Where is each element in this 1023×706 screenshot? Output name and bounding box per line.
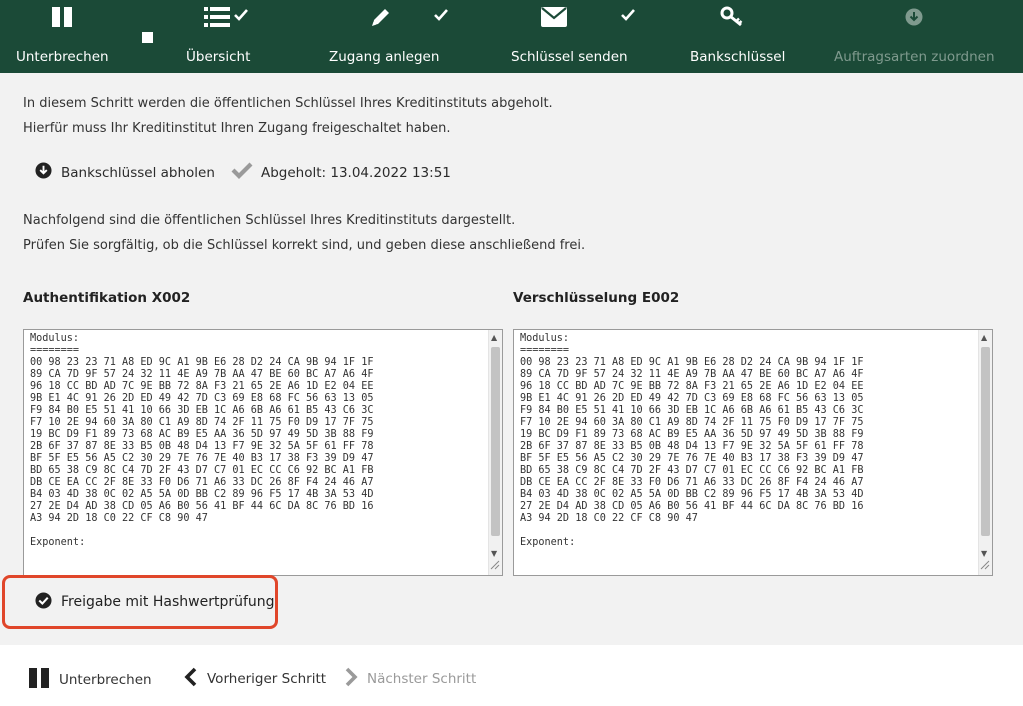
- toolbar-step-send-keys[interactable]: Schlüssel senden: [505, 0, 665, 73]
- toolbar-step-overview-label: Übersicht: [186, 49, 251, 65]
- toolbar-step-bank-keys[interactable]: Bankschlüssel: [683, 0, 803, 73]
- fetch-bank-keys-label: Bankschlüssel abholen: [61, 164, 215, 181]
- wizard-toolbar: Unterbrechen Übersicht Zugang anlegen Sc…: [0, 0, 1023, 73]
- envelope-icon: [539, 4, 569, 30]
- chevron-right-icon: [344, 667, 358, 691]
- resize-grip-icon[interactable]: [980, 555, 990, 574]
- previous-step-button[interactable]: Vorheriger Schritt: [184, 667, 326, 691]
- pencil-icon: [368, 4, 394, 30]
- step-done-check-icon: [621, 7, 635, 21]
- next-step-label: Nächster Schritt: [367, 671, 477, 687]
- intro-text-line-1: In diesem Schritt werden die öffentliche…: [23, 96, 553, 111]
- enc-key-text: Modulus: ======== 00 98 23 23 71 A8 ED 9…: [520, 333, 864, 548]
- fetch-status: Abgeholt: 13.04.2022 13:51: [231, 162, 451, 183]
- scrollbar-thumb[interactable]: [491, 347, 500, 536]
- check-circle-icon: [35, 591, 52, 613]
- intro-text-line-2: Hierfür muss Ihr Kreditinstitut Ihren Zu…: [23, 121, 451, 136]
- next-step-button: Nächster Schritt: [344, 667, 476, 691]
- toolbar-step-assign-order-types-label: Auftragsarten zuordnen: [834, 49, 995, 65]
- key-icon: [717, 4, 747, 30]
- step-done-check-icon: [234, 7, 248, 21]
- toolbar-step-bank-keys-label: Bankschlüssel: [690, 49, 786, 65]
- download-circle-icon: [901, 4, 927, 30]
- enc-key-textarea[interactable]: Modulus: ======== 00 98 23 23 71 A8 ED 9…: [513, 329, 993, 576]
- toolbar-step-overview[interactable]: Übersicht: [170, 0, 290, 73]
- check-icon: [231, 162, 253, 183]
- download-circle-icon: [35, 162, 52, 183]
- scroll-up-icon[interactable]: ▲: [981, 333, 987, 342]
- wizard-footer-nav: Unterbrechen Vorheriger Schritt Nächster…: [0, 645, 1023, 706]
- fetched-timestamp: Abgeholt: 13.04.2022 13:51: [261, 164, 451, 181]
- step-done-check-icon: [434, 7, 448, 21]
- toolbar-step-assign-order-types: Auftragsarten zuordnen: [828, 0, 1018, 73]
- auth-key-textarea[interactable]: Modulus: ======== 00 98 23 23 71 A8 ED 9…: [23, 329, 503, 576]
- stop-square-icon: [142, 32, 153, 43]
- auth-key-text: Modulus: ======== 00 98 23 23 71 A8 ED 9…: [30, 333, 374, 548]
- footer-pause-button[interactable]: Unterbrechen: [28, 667, 152, 693]
- enc-key-title: Verschlüsselung E002: [513, 290, 680, 306]
- toolbar-step-send-keys-label: Schlüssel senden: [511, 49, 628, 65]
- instruction-line-1: Nachfolgend sind die öffentlichen Schlüs…: [23, 213, 516, 228]
- pause-icon: [28, 667, 50, 693]
- scroll-up-icon[interactable]: ▲: [491, 333, 497, 342]
- auth-key-scrollbar[interactable]: ▲ ▼: [488, 330, 502, 575]
- list-icon: [203, 4, 231, 30]
- chevron-left-icon: [184, 667, 198, 691]
- toolbar-pause-button[interactable]: Unterbrechen: [0, 0, 160, 73]
- scrollbar-thumb[interactable]: [981, 347, 990, 536]
- auth-key-title: Authentifikation X002: [23, 290, 191, 306]
- release-with-hash-check-button[interactable]: Freigabe mit Hashwertprüfung: [2, 575, 278, 629]
- release-with-hash-check-label: Freigabe mit Hashwertprüfung: [61, 594, 275, 610]
- instruction-line-2: Prüfen Sie sorgfältig, ob die Schlüssel …: [23, 238, 586, 253]
- toolbar-step-create-access[interactable]: Zugang anlegen: [318, 0, 468, 73]
- footer-pause-label: Unterbrechen: [59, 672, 152, 688]
- pause-icon: [47, 4, 77, 30]
- toolbar-step-create-access-label: Zugang anlegen: [329, 49, 440, 65]
- previous-step-label: Vorheriger Schritt: [207, 671, 327, 687]
- toolbar-pause-label: Unterbrechen: [16, 49, 109, 65]
- resize-grip-icon[interactable]: [490, 555, 500, 574]
- fetch-bank-keys-button[interactable]: Bankschlüssel abholen: [35, 162, 215, 183]
- enc-key-scrollbar[interactable]: ▲ ▼: [978, 330, 992, 575]
